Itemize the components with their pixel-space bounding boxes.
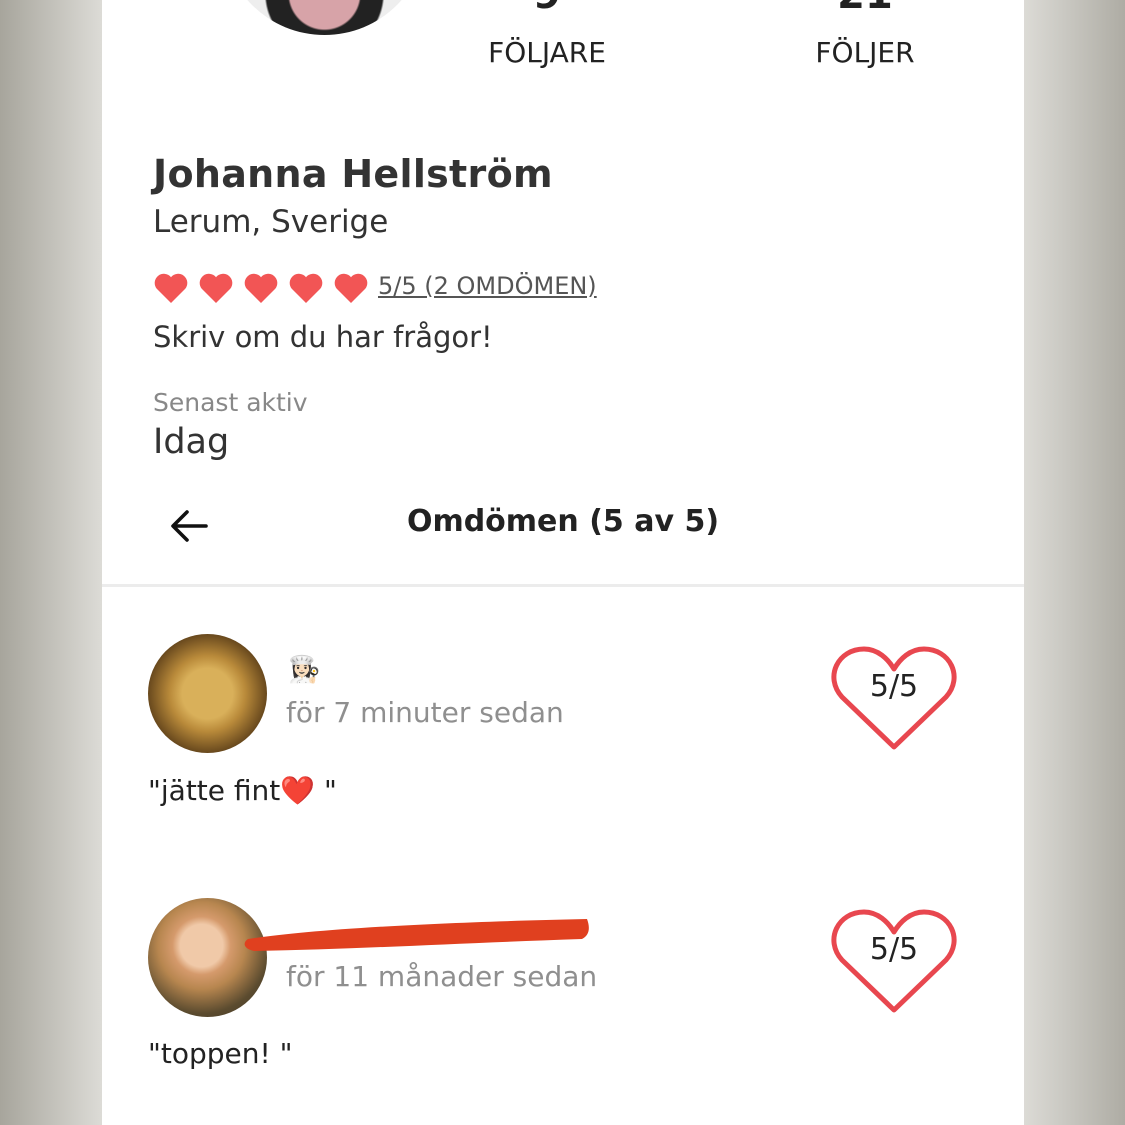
reviewer-name[interactable]: 👩🏻‍🍳 bbox=[288, 655, 320, 685]
followers-count: 9 bbox=[437, 0, 657, 18]
profile-name: Johanna Hellström bbox=[153, 152, 553, 196]
review-text: "jätte fint❤️ " bbox=[148, 774, 337, 807]
review-score-badge: 5/5 bbox=[830, 643, 958, 755]
heart-icon bbox=[244, 273, 278, 303]
rating-summary-link[interactable]: 5/5 (2 OMDÖMEN) bbox=[378, 272, 597, 300]
reviews-title: Omdömen (5 av 5) bbox=[406, 504, 720, 539]
divider bbox=[102, 584, 1024, 587]
following-label: FÖLJER bbox=[815, 36, 915, 69]
reviewer-avatar[interactable] bbox=[148, 634, 267, 753]
last-active-label: Senast aktiv bbox=[153, 388, 308, 417]
review-text: "toppen! " bbox=[148, 1037, 293, 1070]
review-score: 5/5 bbox=[869, 932, 919, 967]
review-score: 5/5 bbox=[869, 669, 919, 704]
review-score-badge: 5/5 bbox=[830, 906, 958, 1018]
review-time: för 11 månader sedan bbox=[286, 960, 598, 993]
redaction-mark bbox=[244, 919, 589, 951]
heart-icon bbox=[334, 273, 368, 303]
profile-avatar[interactable] bbox=[222, 0, 427, 35]
following-count: 21 bbox=[755, 0, 975, 18]
last-active-value: Idag bbox=[153, 422, 230, 462]
heart-icon bbox=[199, 273, 233, 303]
rating-hearts bbox=[153, 270, 369, 306]
profile-card: 9 FÖLJARE 21 FÖLJER Johanna Hellström Le… bbox=[102, 0, 1024, 1125]
followers-label: FÖLJARE bbox=[488, 36, 606, 69]
heart-icon bbox=[154, 273, 188, 303]
profile-location: Lerum, Sverige bbox=[153, 204, 389, 240]
profile-bio: Skriv om du har frågor! bbox=[153, 320, 493, 354]
heart-icon bbox=[289, 273, 323, 303]
review-time: för 7 minuter sedan bbox=[286, 696, 564, 729]
